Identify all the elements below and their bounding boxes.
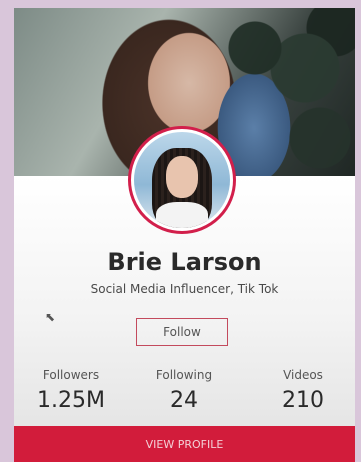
- avatar-shirt: [156, 202, 208, 228]
- stat-value-followers: 1.25M: [37, 388, 105, 413]
- cover-trees: [225, 8, 355, 176]
- stat-label-videos: Videos: [283, 368, 323, 382]
- mouse-pointer-icon: ⬉: [45, 310, 56, 324]
- stat-label-followers: Followers: [42, 368, 100, 382]
- stat-value-videos: 210: [282, 388, 324, 413]
- avatar-photo: [134, 132, 230, 228]
- avatar[interactable]: [128, 126, 236, 234]
- stat-label-following: Following: [155, 368, 213, 382]
- view-profile-button[interactable]: VIEW PROFILE: [14, 426, 355, 462]
- stat-value-following: 24: [170, 388, 198, 413]
- profile-subtitle: Social Media Influencer, Tik Tok: [90, 282, 279, 296]
- follow-button[interactable]: Follow: [136, 318, 228, 346]
- profile-name: Brie Larson: [107, 248, 262, 276]
- avatar-face: [166, 156, 198, 198]
- profile-card: Brie Larson Social Media Influencer, Tik…: [14, 8, 355, 462]
